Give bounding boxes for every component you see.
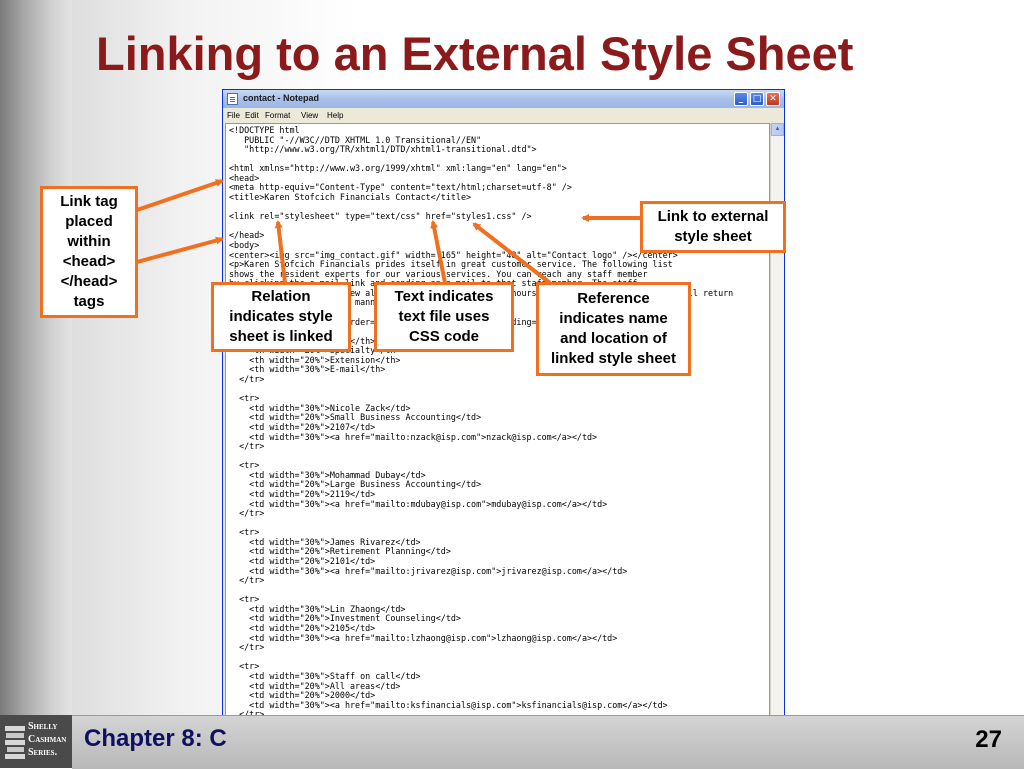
page-number: 27 xyxy=(975,726,1002,753)
logo-line: Cashman xyxy=(28,734,67,745)
callout-reference-line: Reference xyxy=(577,290,650,307)
callout-reference-line: indicates name xyxy=(559,310,668,327)
callout-reference-line: linked style sheet xyxy=(550,350,677,367)
callout-relation: Relation indicates style sheet is linked xyxy=(211,282,351,352)
menu-help[interactable]: Help xyxy=(327,111,343,120)
callout-relation-line: sheet is linked xyxy=(229,328,333,345)
callout-link-tag: Link tag placed within <head> </head> ta… xyxy=(40,186,138,318)
callout-link-tag-line: </head> xyxy=(60,273,118,290)
callout-link-tag-line: placed xyxy=(65,213,113,230)
slide-title: Linking to an External Style Sheet xyxy=(96,27,854,80)
maximize-button[interactable]: □ xyxy=(750,92,764,106)
notepad-window: contact - Notepad _ □ ✕ File Edit Format… xyxy=(222,89,785,759)
window-titlebar[interactable]: contact - Notepad _ □ ✕ xyxy=(223,90,784,108)
menu-view[interactable]: View xyxy=(301,111,318,120)
callout-reference: Reference indicates name and location of… xyxy=(536,282,691,376)
notepad-icon xyxy=(227,93,238,105)
callout-link-external-line: style sheet xyxy=(674,228,752,245)
callout-link-external: Link to external style sheet xyxy=(640,201,786,253)
scroll-up-icon[interactable]: ▲ xyxy=(771,123,784,136)
callout-text-type: Text indicates text file uses CSS code xyxy=(374,282,514,352)
callout-text-type-line: Text indicates xyxy=(394,288,494,305)
left-gradient-strip xyxy=(0,0,72,768)
menu-edit[interactable]: Edit xyxy=(245,111,259,120)
footer-chapter-text: Chapter 8: C xyxy=(84,725,227,752)
callout-link-external-line: Link to external xyxy=(657,208,769,225)
series-logo-text: Shelly Cashman Series. xyxy=(28,720,72,759)
close-button[interactable]: ✕ xyxy=(766,92,780,106)
callout-reference-line: and location of xyxy=(560,330,667,347)
logo-line: Shelly xyxy=(28,721,58,732)
callout-link-tag-line: <head> xyxy=(62,253,116,270)
callout-relation-line: Relation xyxy=(251,288,311,305)
menu-file[interactable]: File xyxy=(227,111,240,120)
callout-link-tag-line: within xyxy=(67,233,111,250)
logo-line: Series. xyxy=(28,747,58,758)
menubar: File Edit Format View Help xyxy=(223,108,784,122)
menu-format[interactable]: Format xyxy=(265,111,290,120)
books-logo-icon xyxy=(5,726,25,759)
callout-link-tag-line: tags xyxy=(73,293,105,310)
callout-relation-line: indicates style xyxy=(229,308,333,325)
window-title: contact - Notepad xyxy=(243,93,320,103)
callout-text-type-line: text file uses xyxy=(398,308,490,325)
callout-text-type-line: CSS code xyxy=(408,328,479,345)
callout-link-tag-line: Link tag xyxy=(60,193,118,210)
minimize-button[interactable]: _ xyxy=(734,92,748,106)
